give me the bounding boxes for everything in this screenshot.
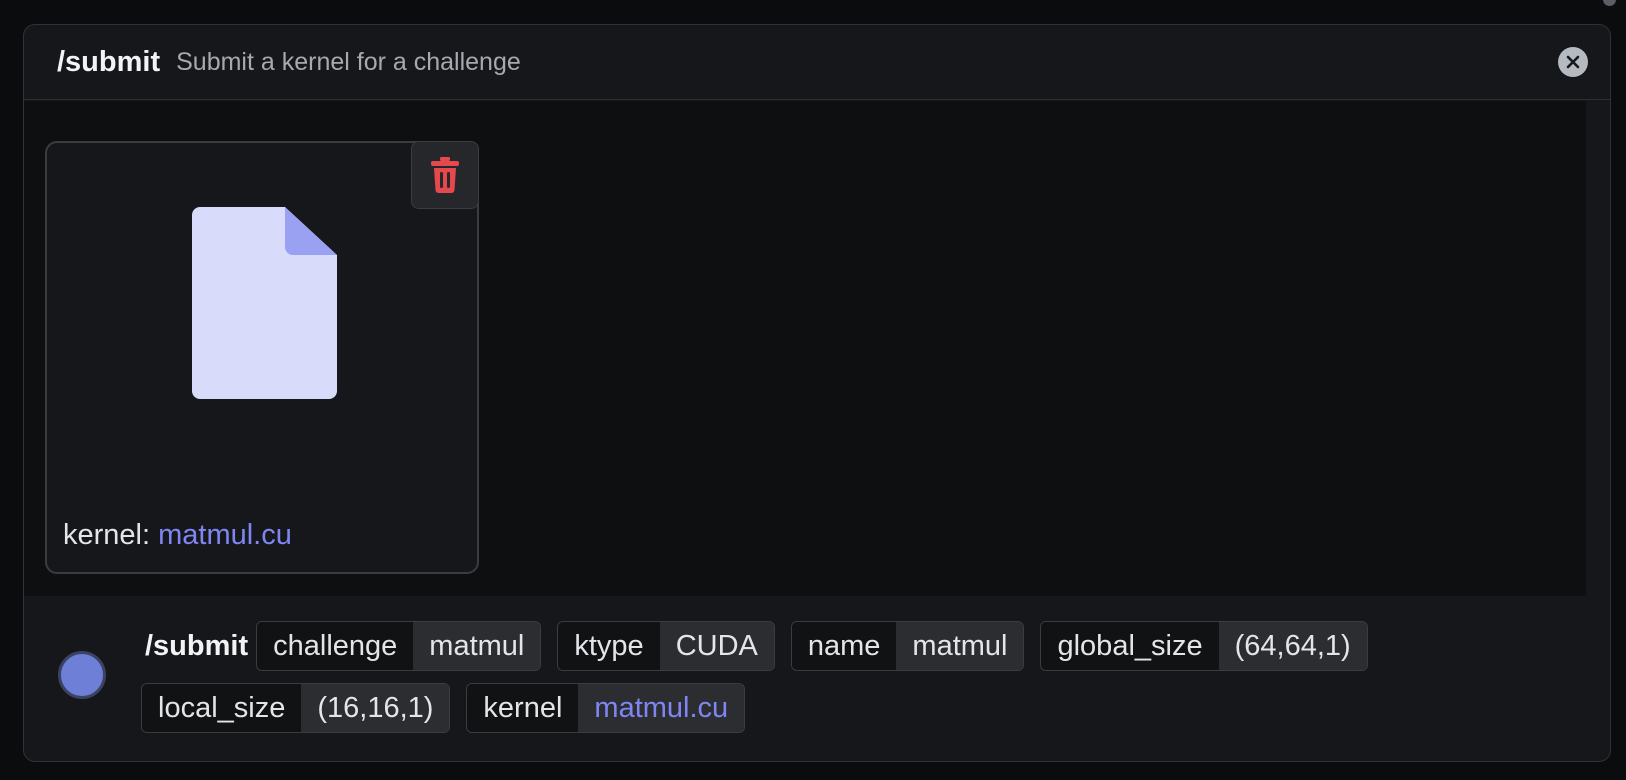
option-local-size[interactable]: local_size (16,16,1) — [141, 683, 451, 733]
attachment-card[interactable]: kernel: matmul.cu — [45, 141, 479, 574]
option-global-size[interactable]: global_size (64,64,1) — [1040, 621, 1368, 671]
option-key: challenge — [257, 622, 414, 670]
option-value: (64,64,1) — [1218, 622, 1367, 670]
attachment-filename[interactable]: matmul.cu — [158, 519, 292, 551]
option-key: local_size — [142, 684, 302, 732]
option-value: CUDA — [659, 622, 774, 670]
attachment-label-prefix: kernel: — [63, 519, 151, 551]
option-value: matmul — [896, 622, 1024, 670]
delete-attachment-button[interactable] — [411, 141, 479, 209]
attachment-area: kernel: matmul.cu — [24, 101, 1586, 596]
avatar — [58, 651, 106, 699]
close-button[interactable] — [1558, 47, 1588, 77]
input-command-name: /submit — [145, 630, 249, 662]
option-name[interactable]: name matmul — [790, 621, 1025, 671]
option-ktype[interactable]: ktype CUDA — [557, 621, 775, 671]
command-name: /submit — [57, 45, 161, 78]
command-options: /submit challenge matmul ktype CUDA name… — [141, 621, 1582, 733]
option-key: global_size — [1041, 622, 1219, 670]
option-key: kernel — [467, 684, 579, 732]
attachment-label: kernel: matmul.cu — [63, 519, 292, 552]
command-input-row[interactable]: /submit challenge matmul ktype CUDA name… — [24, 621, 1610, 733]
command-description: Submit a kernel for a challenge — [176, 47, 521, 76]
file-icon — [192, 207, 337, 399]
option-key: ktype — [558, 622, 660, 670]
trash-icon — [431, 157, 459, 193]
option-kernel[interactable]: kernel matmul.cu — [466, 683, 746, 733]
command-panel: /submit Submit a kernel for a challenge — [23, 24, 1611, 762]
panel-header: /submit Submit a kernel for a challenge — [24, 25, 1610, 100]
close-icon — [1566, 55, 1580, 69]
option-challenge[interactable]: challenge matmul — [256, 621, 542, 671]
option-value: (16,16,1) — [301, 684, 450, 732]
option-value: matmul.cu — [578, 684, 745, 732]
scrollbar-thumb[interactable] — [1603, 0, 1616, 6]
option-key: name — [791, 622, 897, 670]
option-value: matmul — [413, 622, 541, 670]
